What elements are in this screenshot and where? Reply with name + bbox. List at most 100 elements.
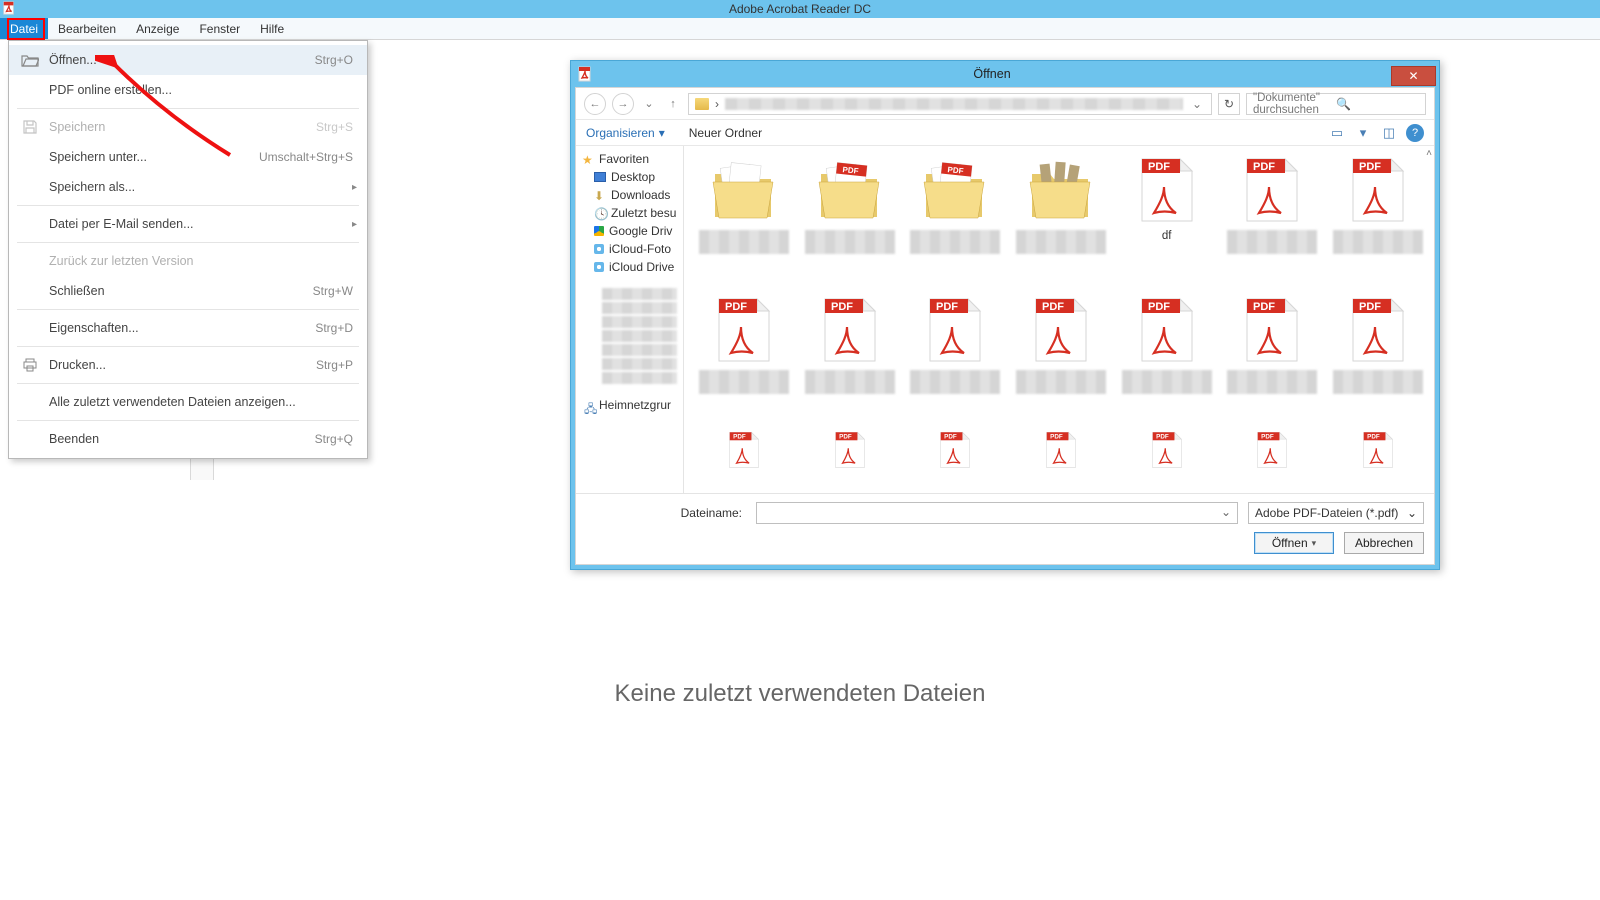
file-item-folder[interactable] [1009, 154, 1113, 288]
filetype-select[interactable]: Adobe PDF-Dateien (*.pdf) ⌄ [1248, 502, 1424, 524]
file-item-pdf[interactable]: PDF [1221, 154, 1325, 288]
close-icon: ✕ [1408, 69, 1418, 83]
file-item-pdf[interactable]: PDF [903, 430, 1007, 470]
menu-properties[interactable]: Eigenschaften... Strg+D [9, 313, 367, 343]
tree-icloud-photo[interactable]: iCloud-Foto [576, 240, 683, 258]
dialog-cancel-button[interactable]: Abbrechen [1344, 532, 1424, 554]
file-item-pdf[interactable]: PDF [1009, 430, 1113, 470]
tree-icloud-drive[interactable]: iCloud Drive [576, 258, 683, 276]
file-item-pdf[interactable]: PDF [692, 430, 796, 470]
menu-revert: Zurück zur letzten Version [9, 246, 367, 276]
dialog-search-input[interactable]: "Dokumente" durchsuchen 🔍 [1246, 93, 1426, 115]
menu-save-as[interactable]: Speichern unter... Umschalt+Strg+S [9, 142, 367, 172]
nav-up-button[interactable]: ↑ [664, 93, 682, 115]
no-recent-files-text: Keine zuletzt verwendeten Dateien [615, 680, 986, 708]
menu-separator [17, 420, 359, 421]
pdf-icon: PDF [707, 430, 781, 470]
menu-print[interactable]: Drucken... Strg+P [9, 350, 367, 380]
view-mode-button[interactable]: ▭ [1326, 123, 1348, 143]
menu-separator [17, 205, 359, 206]
svg-text:PDF: PDF [1042, 301, 1064, 313]
menu-separator [17, 108, 359, 109]
file-item-label: df [1122, 230, 1212, 242]
network-icon: 🖧 [584, 400, 594, 410]
file-list[interactable]: ˄ PDF PDF PDF df [684, 146, 1434, 493]
file-item-folder[interactable]: PDF [903, 154, 1007, 288]
menu-save-as-type[interactable]: Speichern als... [9, 172, 367, 202]
scroll-up-icon[interactable]: ˄ [1426, 148, 1432, 159]
svg-text:PDF: PDF [1148, 301, 1170, 313]
preview-pane-button[interactable]: ◫ [1378, 123, 1400, 143]
file-item-pdf[interactable]: PDF df [1115, 154, 1219, 288]
organize-button[interactable]: Organisieren ▾ [586, 126, 665, 140]
file-item-folder[interactable] [692, 154, 796, 288]
file-item-pdf[interactable]: PDF [1009, 294, 1113, 428]
tree-downloads-label: Downloads [611, 188, 670, 202]
file-item-label-redacted [1016, 230, 1106, 254]
refresh-icon: ↻ [1224, 97, 1234, 111]
open-dialog: Öffnen ✕ ← → ⌄ ↑ › ⌄ ↻ "Dokumente" durch… [570, 60, 1440, 570]
nav-refresh-button[interactable]: ↻ [1218, 93, 1240, 115]
nav-recent-button[interactable]: ⌄ [640, 93, 658, 115]
file-item-folder[interactable]: PDF [798, 154, 902, 288]
menu-pdf-online[interactable]: PDF online erstellen... [9, 75, 367, 105]
help-button[interactable]: ? [1406, 124, 1424, 142]
file-item-pdf[interactable]: PDF [798, 430, 902, 470]
menu-anzeige[interactable]: Anzeige [126, 18, 189, 39]
file-item-pdf[interactable]: PDF [1326, 154, 1430, 288]
view-dropdown-button[interactable]: ▾ [1352, 123, 1374, 143]
file-item-pdf[interactable]: PDF [692, 294, 796, 428]
tree-recent-label: Zuletzt besu [611, 206, 676, 220]
svg-text:PDF: PDF [947, 165, 964, 176]
tree-recent[interactable]: 🕓Zuletzt besu [576, 204, 683, 222]
file-item-pdf[interactable]: PDF [1221, 430, 1325, 470]
menu-send-mail[interactable]: Datei per E-Mail senden... [9, 209, 367, 239]
menu-open[interactable]: Öffnen... Strg+O [9, 45, 367, 75]
menu-separator [17, 242, 359, 243]
folder-icon [695, 98, 709, 110]
tree-gdrive[interactable]: Google Driv [576, 222, 683, 240]
menu-quit[interactable]: Beenden Strg+Q [9, 424, 367, 454]
menu-fenster[interactable]: Fenster [189, 18, 250, 39]
tree-favorites[interactable]: ★ Favoriten [576, 150, 683, 168]
menu-send-mail-label: Datei per E-Mail senden... [49, 217, 353, 231]
gdrive-icon [594, 226, 604, 236]
tree-downloads[interactable]: ⬇Downloads [576, 186, 683, 204]
chevron-down-icon: ▾ [659, 126, 665, 140]
file-item-pdf[interactable]: PDF [1326, 430, 1430, 470]
filename-input[interactable] [756, 502, 1238, 524]
file-item-pdf[interactable]: PDF [1221, 294, 1325, 428]
menu-datei[interactable]: Datei [0, 18, 48, 39]
dialog-open-label: Öffnen [1272, 536, 1308, 550]
search-placeholder: "Dokumente" durchsuchen [1253, 92, 1336, 116]
new-folder-button[interactable]: Neuer Ordner [689, 126, 762, 140]
file-item-pdf[interactable]: PDF [903, 294, 1007, 428]
dialog-open-button[interactable]: Öffnen ▾ [1254, 532, 1334, 554]
menu-hilfe[interactable]: Hilfe [250, 18, 294, 39]
folder-icon [707, 154, 781, 226]
pdf-icon: PDF [918, 294, 992, 366]
menu-bearbeiten[interactable]: Bearbeiten [48, 18, 126, 39]
file-item-label-redacted [699, 370, 789, 394]
file-item-pdf[interactable]: PDF [1115, 294, 1219, 428]
svg-text:PDF: PDF [733, 434, 746, 441]
file-item-pdf[interactable]: PDF [1326, 294, 1430, 428]
pdf-icon: PDF [1235, 154, 1309, 226]
dialog-titlebar[interactable]: Öffnen ✕ [571, 61, 1439, 87]
dialog-close-button[interactable]: ✕ [1391, 66, 1436, 86]
file-item-pdf[interactable]: PDF [798, 294, 902, 428]
nav-back-button[interactable]: ← [584, 93, 606, 115]
menu-quit-shortcut: Strg+Q [315, 432, 353, 446]
breadcrumb[interactable]: › ⌄ [688, 93, 1212, 115]
file-item-pdf[interactable]: PDF [1115, 430, 1219, 470]
pdf-icon: PDF [918, 430, 992, 470]
menu-close-shortcut: Strg+W [313, 284, 353, 298]
arrow-left-icon: ← [590, 98, 601, 110]
pdf-icon: PDF [1341, 154, 1415, 226]
tree-network[interactable]: 🖧Heimnetzgrur [576, 396, 683, 414]
menu-close[interactable]: Schließen Strg+W [9, 276, 367, 306]
tree-desktop[interactable]: Desktop [576, 168, 683, 186]
menu-open-label: Öffnen... [49, 53, 315, 67]
nav-forward-button[interactable]: → [612, 93, 634, 115]
menu-recent-all[interactable]: Alle zuletzt verwendeten Dateien anzeige… [9, 387, 367, 417]
